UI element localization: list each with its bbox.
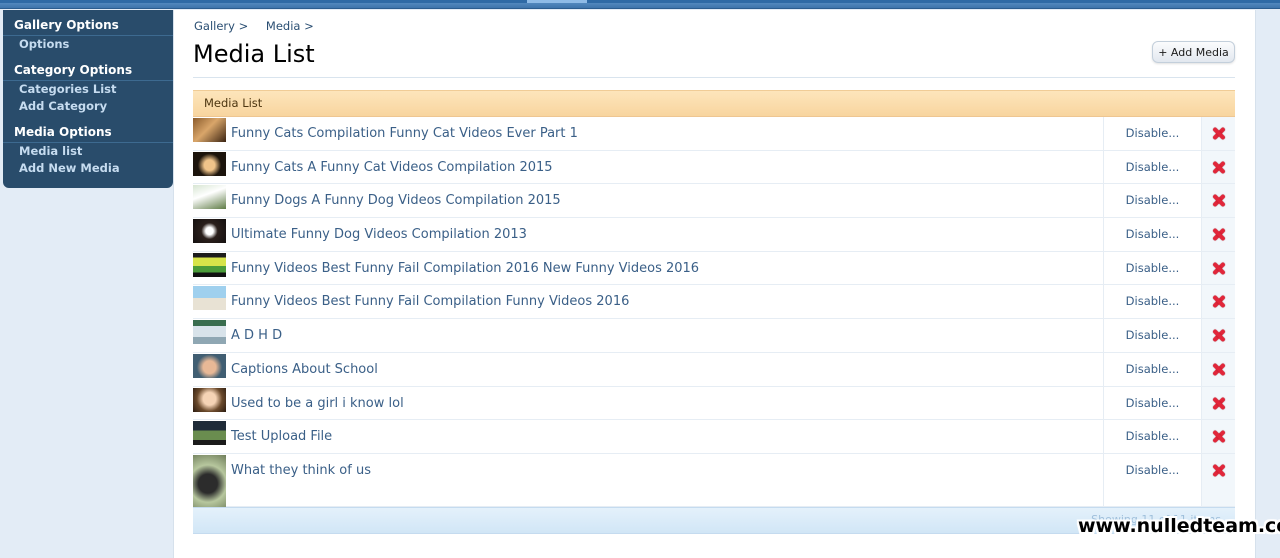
media-thumbnail[interactable] <box>193 185 226 210</box>
watermark-text: www.nulledteam.com <box>1078 515 1280 537</box>
media-status-toggle[interactable]: Disable... <box>1104 453 1202 506</box>
media-thumbnail[interactable] <box>193 252 226 277</box>
media-row: Funny Dogs A Funny Dog Videos Compilatio… <box>193 184 1235 219</box>
breadcrumb: Gallery > Media > <box>194 19 328 33</box>
breadcrumb-gallery[interactable]: Gallery > <box>194 19 248 33</box>
media-title-link[interactable]: A D H D <box>226 319 1104 352</box>
sidebar-item-categories-list[interactable]: Categories List <box>3 81 173 98</box>
delete-x-icon <box>1211 193 1226 208</box>
media-list: Media List Funny Cats Compilation Funny … <box>193 90 1235 534</box>
media-thumbnail[interactable] <box>193 320 226 345</box>
media-title-link[interactable]: Funny Videos Best Funny Fail Compilation… <box>226 285 1104 319</box>
media-title-link[interactable]: Funny Cats A Funny Cat Videos Compilatio… <box>226 150 1104 184</box>
media-row: Funny Videos Best Funny Fail Compilation… <box>193 285 1235 320</box>
media-status-toggle[interactable]: Disable... <box>1104 319 1202 352</box>
media-row: What they think of us Disable... <box>193 453 1235 507</box>
sidebar-section-media: Media Options Media list Add New Media <box>3 123 173 177</box>
media-row: Funny Cats Compilation Funny Cat Videos … <box>193 117 1235 151</box>
media-status-toggle[interactable]: Disable... <box>1104 218 1202 251</box>
top-bar <box>0 0 1280 9</box>
media-thumbnail[interactable] <box>193 219 226 244</box>
media-thumbnail[interactable] <box>193 286 226 311</box>
media-title-link[interactable]: Captions About School <box>226 352 1104 386</box>
media-row: Funny Cats A Funny Cat Videos Compilatio… <box>193 150 1235 185</box>
delete-x-icon <box>1211 328 1226 343</box>
sidebar-heading-media-options: Media Options <box>3 123 173 143</box>
delete-button[interactable] <box>1202 420 1235 453</box>
media-thumbnail[interactable] <box>193 421 226 446</box>
main-panel: Gallery > Media > Media List + Add Media… <box>173 10 1256 558</box>
delete-x-icon <box>1211 160 1226 175</box>
media-thumbnail[interactable] <box>193 151 226 176</box>
media-status-toggle[interactable]: Disable... <box>1104 150 1202 184</box>
delete-button[interactable] <box>1202 184 1235 218</box>
delete-button[interactable] <box>1202 117 1235 150</box>
title-divider <box>193 77 1235 78</box>
delete-button[interactable] <box>1202 150 1235 184</box>
delete-button[interactable] <box>1202 251 1235 285</box>
active-tab-indicator <box>527 0 587 3</box>
media-status-toggle[interactable]: Disable... <box>1104 251 1202 285</box>
sidebar-item-options[interactable]: Options <box>3 36 173 53</box>
media-row: Captions About School Disable... <box>193 352 1235 387</box>
media-title-link[interactable]: Funny Dogs A Funny Dog Videos Compilatio… <box>226 184 1104 218</box>
delete-x-icon <box>1211 261 1226 276</box>
sidebar-heading-category-options: Category Options <box>3 61 173 81</box>
delete-x-icon <box>1211 126 1226 141</box>
sidebar-item-media-list[interactable]: Media list <box>3 143 173 160</box>
delete-x-icon <box>1211 362 1226 377</box>
sidebar-section-gallery: Gallery Options Options <box>3 16 173 53</box>
media-status-toggle[interactable]: Disable... <box>1104 420 1202 453</box>
media-title-link[interactable]: Ultimate Funny Dog Videos Compilation 20… <box>226 218 1104 251</box>
delete-x-icon <box>1211 294 1226 309</box>
delete-x-icon <box>1211 227 1226 242</box>
delete-button[interactable] <box>1202 386 1235 420</box>
media-row: Funny Videos Best Funny Fail Compilation… <box>193 251 1235 286</box>
sidebar: Gallery Options Options Category Options… <box>3 10 173 188</box>
media-status-toggle[interactable]: Disable... <box>1104 386 1202 420</box>
media-status-toggle[interactable]: Disable... <box>1104 184 1202 218</box>
delete-x-icon <box>1211 396 1226 411</box>
media-status-toggle[interactable]: Disable... <box>1104 117 1202 150</box>
media-thumbnail[interactable] <box>193 118 226 142</box>
delete-button[interactable] <box>1202 285 1235 319</box>
media-title-link[interactable]: Funny Videos Best Funny Fail Compilation… <box>226 251 1104 285</box>
sidebar-section-category: Category Options Categories List Add Cat… <box>3 61 173 115</box>
media-title-link[interactable]: Test Upload File <box>226 420 1104 453</box>
media-thumbnail[interactable] <box>193 353 226 378</box>
delete-x-icon <box>1211 463 1226 478</box>
delete-button[interactable] <box>1202 218 1235 251</box>
sidebar-item-add-category[interactable]: Add Category <box>3 98 173 115</box>
media-status-toggle[interactable]: Disable... <box>1104 285 1202 319</box>
delete-button[interactable] <box>1202 453 1235 506</box>
media-thumbnail[interactable] <box>193 387 226 412</box>
media-row: Used to be a girl i know lol Disable... <box>193 386 1235 421</box>
sidebar-heading-gallery-options: Gallery Options <box>3 16 173 36</box>
media-list-header: Media List <box>193 90 1235 117</box>
media-title-link[interactable]: What they think of us <box>226 453 1104 506</box>
sidebar-item-add-new-media[interactable]: Add New Media <box>3 160 173 177</box>
media-title-link[interactable]: Used to be a girl i know lol <box>226 386 1104 420</box>
media-list-rows: Funny Cats Compilation Funny Cat Videos … <box>193 117 1235 507</box>
media-row: Test Upload File Disable... <box>193 420 1235 454</box>
add-media-button[interactable]: + Add Media <box>1152 41 1235 63</box>
breadcrumb-media[interactable]: Media > <box>266 19 314 33</box>
media-title-link[interactable]: Funny Cats Compilation Funny Cat Videos … <box>226 117 1104 150</box>
media-row: Ultimate Funny Dog Videos Compilation 20… <box>193 218 1235 252</box>
page-title: Media List <box>193 40 315 68</box>
delete-button[interactable] <box>1202 319 1235 352</box>
media-row: A D H D Disable... <box>193 319 1235 353</box>
media-thumbnail[interactable] <box>193 454 226 507</box>
delete-button[interactable] <box>1202 352 1235 386</box>
delete-x-icon <box>1211 429 1226 444</box>
media-status-toggle[interactable]: Disable... <box>1104 352 1202 386</box>
